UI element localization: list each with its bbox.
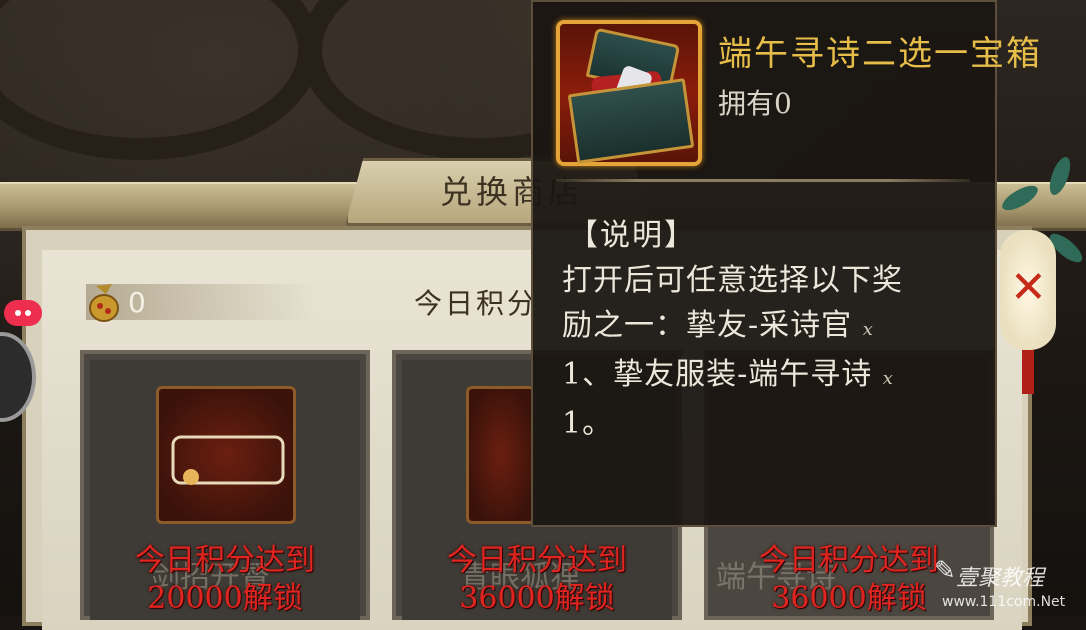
card-1-unlock-line2: 20000解锁 — [147, 581, 303, 616]
desc-line-3-text: 1、挚友服装-端午寻诗 — [562, 357, 873, 392]
lantern-tassel — [1022, 350, 1034, 394]
card-2-unlock-line2: 36000解锁 — [459, 581, 615, 616]
multiplier-x: x — [862, 319, 874, 340]
desc-line-3: 1、挚友服装-端午寻诗 x — [562, 352, 972, 401]
tooltip-description-header: 【说明】 — [568, 218, 696, 253]
more-options-icon — [15, 310, 21, 316]
tooltip-description: 打开后可任意选择以下奖 励之一：挚友-采诗官 x 1、挚友服装-端午寻诗 x 1… — [562, 258, 972, 446]
watermark-logo-icon: ✎ — [934, 556, 956, 586]
scroll-icon — [171, 435, 285, 485]
desc-line-2-text: 励之一：挚友-采诗官 — [562, 308, 853, 343]
desc-line-1: 打开后可任意选择以下奖 — [562, 263, 903, 298]
more-options-button[interactable] — [4, 300, 42, 326]
desc-line-2: 励之一：挚友-采诗官 x — [562, 303, 972, 352]
card-2-item-icon — [466, 386, 536, 524]
today-points-label: 今日积分 — [414, 287, 539, 320]
tooltip-divider — [556, 179, 970, 182]
coin-pouch-icon — [89, 284, 119, 322]
watermark-name: 壹聚教程 — [956, 566, 1045, 591]
more-options-icon-dot — [25, 310, 31, 316]
card-2-unlock-line1: 今日积分达到 — [447, 543, 627, 578]
watermark: ✎ 壹聚教程 www.111com.Net — [934, 556, 1084, 616]
lantern-mark: ✕ — [1010, 262, 1047, 313]
card-1-item-icon — [156, 386, 296, 524]
tooltip-owned-count: 拥有0 — [718, 87, 792, 120]
watermark-url: www.111com.Net — [942, 594, 1066, 610]
desc-line-4: 1。 — [562, 406, 614, 441]
tooltip-item-name: 端午寻诗二选一宝箱 — [718, 34, 1042, 74]
card-1-unlock-line1: 今日积分达到 — [135, 543, 315, 578]
points-value: 0 — [128, 286, 146, 319]
multiplier-x: x — [882, 368, 894, 389]
